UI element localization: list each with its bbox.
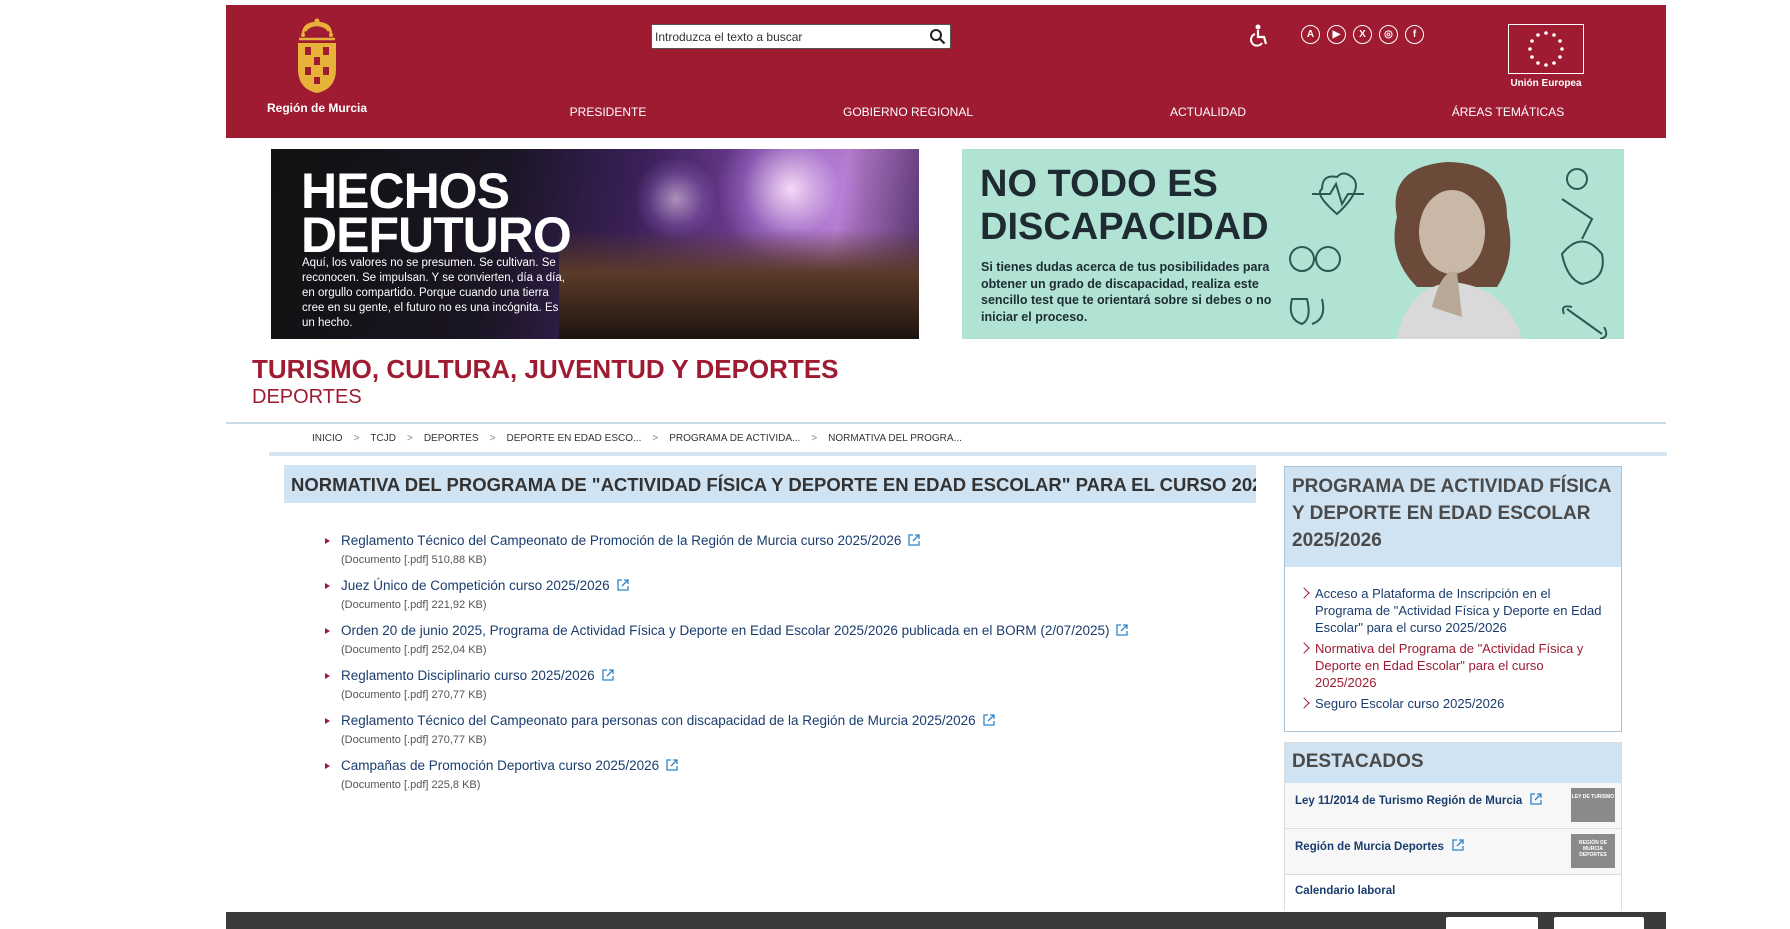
document-meta: (Documento [.pdf] 510,88 KB) xyxy=(341,554,487,566)
document-link[interactable]: Reglamento Técnico del Campeonato para p… xyxy=(341,713,976,728)
banner-hechos-de-futuro[interactable]: HECHOS DEFUTURO Aquí, los valores no se … xyxy=(271,149,919,339)
nav-gobierno-regional[interactable]: GOBIERNO REGIONAL xyxy=(843,105,973,119)
nav-areas-tematicas[interactable]: ÁREAS TEMÁTICAS xyxy=(1452,105,1564,119)
document-list: Reglamento Técnico del Campeonato de Pro… xyxy=(322,532,1129,802)
featured-sidebar: DESTACADOS Ley 11/2014 de Turismo Región… xyxy=(1284,742,1622,915)
featured-link[interactable]: Región de Murcia Deportes xyxy=(1295,841,1444,853)
banner2-title: NO TODO ES DISCAPACIDAD xyxy=(980,163,1269,248)
document-link[interactable]: Reglamento Disciplinario curso 2025/2026 xyxy=(341,668,595,683)
program-links: Acceso a Plataforma de Inscripción en el… xyxy=(1285,567,1621,712)
list-item: Reglamento Disciplinario curso 2025/2026… xyxy=(322,667,1128,712)
page: Región de Murcia A ▶ X ◎ f xyxy=(226,5,1667,929)
site-header: Región de Murcia A ▶ X ◎ f xyxy=(226,5,1666,138)
external-link-icon[interactable] xyxy=(908,534,920,546)
featured-title: DESTACADOS xyxy=(1285,743,1621,783)
program-sidebar: PROGRAMA DE ACTIVIDAD FÍSICA Y DEPORTE E… xyxy=(1284,466,1622,732)
eu-stars-icon xyxy=(1528,31,1564,67)
x-icon[interactable]: X xyxy=(1353,25,1372,44)
section-title: TURISMO, CULTURA, JUVENTUD Y DEPORTES xyxy=(252,354,839,384)
eu-text: Unión Europea xyxy=(1510,78,1582,89)
program-sidebar-title: PROGRAMA DE ACTIVIDAD FÍSICA Y DEPORTE E… xyxy=(1285,467,1621,567)
crest-icon xyxy=(298,18,336,93)
featured-thumbnail[interactable]: LEY DE TURISMO xyxy=(1571,788,1615,822)
breadcrumb-current: NORMATIVA DEL PROGRA... xyxy=(828,433,962,444)
accessibility-icon[interactable] xyxy=(1247,24,1271,48)
external-link-icon[interactable] xyxy=(602,669,614,681)
list-item: Campañas de Promoción Deportiva curso 20… xyxy=(322,757,1128,802)
banner1-text: Aquí, los valores no se presumen. Se cul… xyxy=(302,257,565,329)
footer-button[interactable] xyxy=(1554,917,1644,929)
banner2-text: Si tienes dudas acerca de tus posibilida… xyxy=(981,260,1272,324)
breadcrumb-item[interactable]: TCJD xyxy=(370,433,396,444)
external-link-icon[interactable] xyxy=(1116,624,1129,636)
external-link-icon[interactable] xyxy=(983,714,995,726)
document-meta: (Documento [.pdf] 270,77 KB) xyxy=(341,689,487,701)
document-link[interactable]: Juez Único de Competición curso 2025/202… xyxy=(341,578,610,593)
nav-presidente[interactable]: PRESIDENTE xyxy=(570,105,647,119)
featured-thumbnail[interactable]: REGIÓN DE MURCIA DEPORTES xyxy=(1571,834,1615,868)
list-item: Reglamento Técnico del Campeonato de Pro… xyxy=(322,532,1128,577)
document-link[interactable]: Reglamento Técnico del Campeonato de Pro… xyxy=(341,533,901,548)
search-icon[interactable] xyxy=(929,28,946,45)
list-item: Orden 20 de junio 2025, Programa de Acti… xyxy=(322,622,1129,667)
instagram-icon[interactable]: ◎ xyxy=(1379,25,1398,44)
search-input[interactable] xyxy=(652,25,922,48)
divider xyxy=(269,452,1667,456)
featured-item[interactable]: Ley 11/2014 de Turismo Región de Murcia … xyxy=(1285,783,1621,829)
external-link-icon[interactable] xyxy=(666,759,678,771)
crowd-image xyxy=(559,229,919,339)
document-link[interactable]: Campañas de Promoción Deportiva curso 20… xyxy=(341,758,659,773)
document-meta: (Documento [.pdf] 252,04 KB) xyxy=(341,644,487,656)
breadcrumb-item[interactable]: DEPORTES xyxy=(424,433,479,444)
divider xyxy=(226,422,1666,424)
featured-item[interactable]: Región de Murcia Deportes REGIÓN DE MURC… xyxy=(1285,829,1621,875)
external-link-icon[interactable] xyxy=(1530,793,1542,805)
nav-actualidad[interactable]: ACTUALIDAD xyxy=(1170,105,1246,119)
breadcrumb: INICIO > TCJD > DEPORTES > DEPORTE EN EDAD … xyxy=(312,433,962,444)
document-meta: (Documento [.pdf] 225,8 KB) xyxy=(341,779,481,791)
sidebar-link-active[interactable]: Normativa del Programa de "Actividad Fís… xyxy=(1299,640,1607,691)
breadcrumb-item[interactable]: DEPORTE EN EDAD ESCO... xyxy=(507,433,642,444)
document-meta: (Documento [.pdf] 221,92 KB) xyxy=(341,599,487,611)
list-item: Juez Único de Competición curso 2025/202… xyxy=(322,577,1128,622)
youtube-icon[interactable]: ▶ xyxy=(1327,25,1346,44)
search-box xyxy=(651,24,951,49)
sidebar-link[interactable]: Seguro Escolar curso 2025/2026 xyxy=(1299,695,1607,712)
main-nav: PRESIDENTE GOBIERNO REGIONAL ACTUALIDAD … xyxy=(226,105,1666,125)
featured-link[interactable]: Calendario laboral xyxy=(1295,885,1395,897)
document-link[interactable]: Orden 20 de junio 2025, Programa de Acti… xyxy=(341,623,1109,638)
woman-photo xyxy=(1394,162,1522,339)
section-subtitle[interactable]: DEPORTES xyxy=(252,386,362,409)
list-item: Reglamento Técnico del Campeonato para p… xyxy=(322,712,1128,757)
social-icon-a[interactable]: A xyxy=(1301,25,1320,44)
breadcrumb-item[interactable]: PROGRAMA DE ACTIVIDA... xyxy=(669,433,800,444)
banner-no-todo-es-discapacidad[interactable]: NO TODO ES DISCAPACIDAD Si tienes dudas … xyxy=(962,149,1624,339)
document-meta: (Documento [.pdf] 270,77 KB) xyxy=(341,734,487,746)
stage-light xyxy=(631,159,721,239)
social-links: A ▶ X ◎ f xyxy=(1301,25,1424,44)
eu-logo[interactable]: Unión Europea xyxy=(1508,24,1584,89)
banner1-title: HECHOS DEFUTURO xyxy=(301,163,572,263)
content-title: NORMATIVA DEL PROGRAMA DE "ACTIVIDAD FÍS… xyxy=(284,465,1256,503)
featured-item[interactable]: Calendario laboral xyxy=(1285,875,1621,915)
external-link-icon[interactable] xyxy=(1452,839,1464,851)
facebook-icon[interactable]: f xyxy=(1405,25,1424,44)
external-link-icon[interactable] xyxy=(617,579,629,591)
eu-flag-icon xyxy=(1508,24,1584,74)
sidebar-link[interactable]: Acceso a Plataforma de Inscripción en el… xyxy=(1299,585,1607,636)
featured-link[interactable]: Ley 11/2014 de Turismo Región de Murcia xyxy=(1295,795,1522,807)
footer xyxy=(226,912,1666,929)
footer-button[interactable] xyxy=(1446,917,1538,929)
breadcrumb-item[interactable]: INICIO xyxy=(312,433,343,444)
